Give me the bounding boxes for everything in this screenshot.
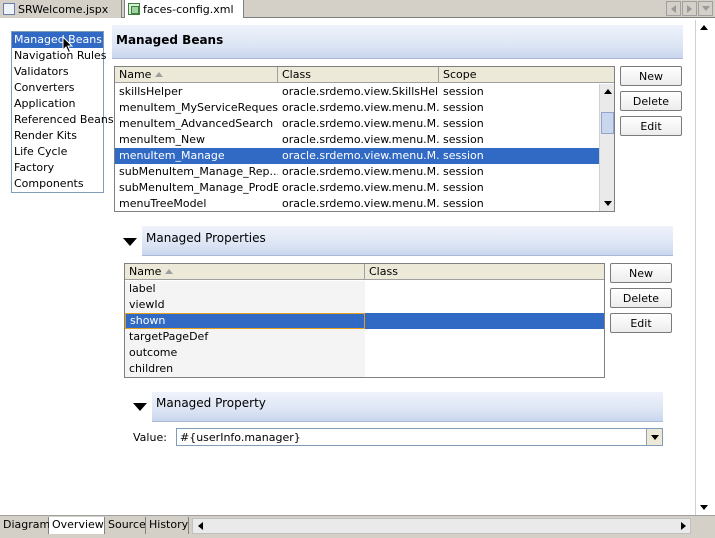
table-row[interactable]: skillsHelper oracle.srdemo.view.SkillsHe…	[115, 84, 614, 100]
main-vertical-scrollbar[interactable]	[695, 20, 711, 515]
jspx-file-icon	[3, 3, 15, 15]
category-managed-beans[interactable]: Managed Beans	[12, 32, 103, 48]
table-row-selected[interactable]: menuItem_Manage oracle.srdemo.view.menu.…	[115, 148, 599, 164]
beans-vertical-scrollbar[interactable]	[599, 84, 614, 211]
edit-property-button[interactable]: Edit	[610, 313, 672, 333]
new-bean-button[interactable]: New	[620, 66, 682, 86]
managed-beans-header: Managed Beans	[112, 25, 683, 59]
arrow-down-icon	[603, 201, 612, 206]
table-row[interactable]: subMenuItem_Manage_Rep... oracle.srdemo.…	[115, 164, 614, 180]
category-application[interactable]: Application	[12, 96, 103, 112]
category-list[interactable]: Managed Beans Navigation Rules Validator…	[11, 31, 114, 193]
property-name-editor[interactable]: shown	[125, 313, 365, 329]
arrow-right-icon	[680, 522, 686, 530]
tab-faces-config-xml[interactable]: faces-config.xml	[124, 0, 244, 18]
column-header-class[interactable]: Class	[365, 264, 604, 280]
new-property-button[interactable]: New	[610, 263, 672, 283]
category-validators[interactable]: Validators	[12, 64, 103, 80]
edit-bean-button[interactable]: Edit	[620, 116, 682, 136]
table-row-selected[interactable]: shown	[125, 313, 604, 329]
tab-label: SRWelcome.jspx	[18, 2, 109, 16]
section-title: Managed Properties	[146, 231, 266, 245]
arrow-up-icon	[699, 25, 708, 30]
tab-overview[interactable]: Overview	[49, 517, 105, 534]
value-label: Value:	[133, 431, 167, 444]
value-dropdown-button[interactable]	[646, 429, 662, 445]
section-title: Managed Property	[156, 396, 266, 410]
column-header-class[interactable]: Class	[278, 67, 439, 83]
mouse-cursor-icon	[62, 36, 74, 54]
arrow-right-icon	[687, 4, 692, 13]
table-header: Name Class	[125, 264, 604, 280]
scroll-up-button[interactable]	[696, 20, 711, 35]
scroll-down-button[interactable]	[600, 196, 614, 211]
collapse-properties-icon[interactable]	[123, 238, 137, 246]
scroll-down-button[interactable]	[696, 500, 711, 515]
category-life-cycle[interactable]: Life Cycle	[12, 144, 103, 160]
scroll-up-button[interactable]	[600, 84, 614, 99]
chevron-down-icon	[701, 6, 710, 11]
arrow-left-icon	[197, 522, 203, 530]
table-row[interactable]: menuItem_New oracle.srdemo.view.menu.M..…	[115, 132, 614, 148]
category-render-kits[interactable]: Render Kits	[12, 128, 103, 144]
column-header-name[interactable]: Name	[125, 264, 365, 280]
table-row[interactable]: targetPageDef	[125, 329, 604, 345]
editor-tab-bar: SRWelcome.jspx faces-config.xml	[0, 0, 715, 18]
section-title: Managed Beans	[116, 33, 224, 47]
table-row[interactable]: label	[125, 281, 604, 297]
sort-ascending-icon	[155, 72, 164, 77]
arrow-down-icon	[699, 505, 708, 510]
scroll-tabs-left-button[interactable]	[666, 1, 681, 16]
chevron-down-icon	[650, 434, 659, 440]
category-navigation-rules[interactable]: Navigation Rules	[12, 48, 107, 64]
arrow-up-icon	[603, 89, 612, 94]
scroll-left-button[interactable]	[193, 519, 207, 533]
category-components[interactable]: Components	[12, 176, 103, 192]
tab-srwelcome-jspx[interactable]: SRWelcome.jspx	[0, 0, 122, 18]
table-row[interactable]: children	[125, 361, 604, 377]
tab-navigation	[665, 1, 713, 16]
table-row[interactable]: subMenuItem_Manage_ProdEx oracle.srdemo.…	[115, 180, 614, 196]
scroll-tabs-right-button[interactable]	[682, 1, 697, 16]
managed-properties-header: Managed Properties	[142, 226, 673, 256]
managed-beans-table: Name Class Scope skillsHelper oracle.srd…	[114, 66, 615, 212]
tab-diagram[interactable]: Diagram	[0, 517, 50, 534]
column-header-scope[interactable]: Scope	[439, 67, 599, 83]
arrow-left-icon	[671, 4, 676, 13]
tab-history[interactable]: History	[146, 517, 189, 534]
tab-list-button[interactable]	[698, 1, 713, 16]
delete-bean-button[interactable]: Delete	[620, 91, 682, 111]
scroll-right-button[interactable]	[676, 519, 690, 533]
category-converters[interactable]: Converters	[12, 80, 103, 96]
tab-source[interactable]: Source	[105, 517, 146, 534]
value-input[interactable]	[180, 430, 640, 444]
column-header-name[interactable]: Name	[115, 67, 278, 83]
table-row[interactable]: menuTreeModel oracle.srdemo.view.menu.M.…	[115, 196, 614, 211]
bottom-tab-bar: Diagram Overview Source History	[0, 515, 715, 538]
managed-property-header: Managed Property	[152, 392, 663, 422]
scroll-thumb[interactable]	[601, 112, 614, 134]
delete-property-button[interactable]: Delete	[610, 288, 672, 308]
collapse-property-icon[interactable]	[133, 403, 147, 411]
horizontal-scrollbar[interactable]	[192, 518, 691, 534]
table-row[interactable]: menuItem_MyServiceRequests oracle.srdemo…	[115, 100, 614, 116]
table-row[interactable]: outcome	[125, 345, 604, 361]
table-row[interactable]: viewId	[125, 297, 604, 313]
tab-label: faces-config.xml	[143, 2, 234, 16]
xml-file-icon	[128, 3, 140, 15]
sort-ascending-icon	[165, 269, 174, 274]
category-factory[interactable]: Factory	[12, 160, 103, 176]
managed-properties-table: Name Class label viewId shown targetPage…	[124, 263, 605, 378]
value-combobox[interactable]	[176, 428, 663, 446]
table-header: Name Class Scope	[115, 67, 614, 83]
table-row[interactable]: menuItem_AdvancedSearch oracle.srdemo.vi…	[115, 116, 614, 132]
category-referenced-beans[interactable]: Referenced Beans	[12, 112, 114, 128]
